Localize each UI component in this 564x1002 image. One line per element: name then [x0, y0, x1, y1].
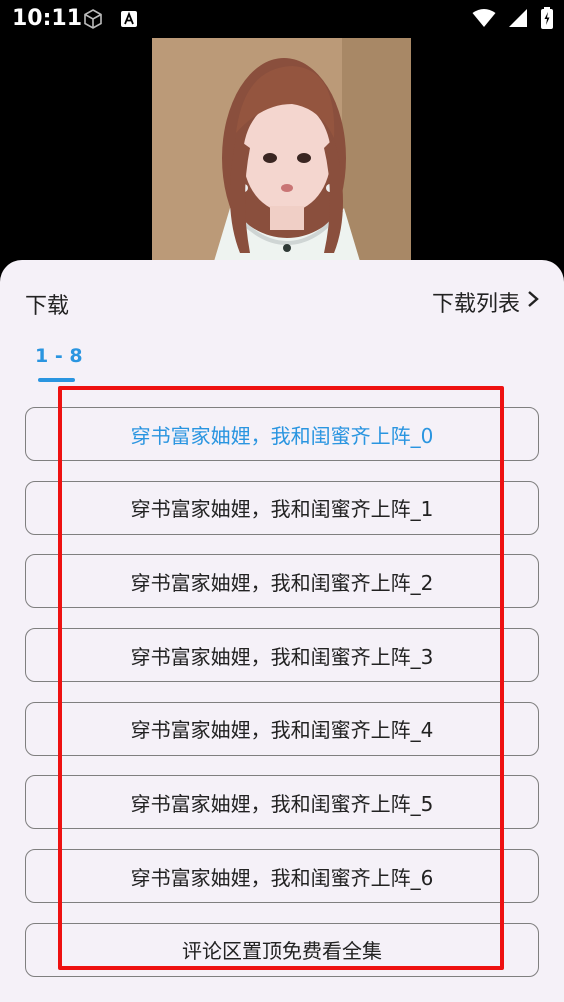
episode-button[interactable]: 穿书富家妯娌，我和闺蜜齐上阵_1 — [25, 480, 539, 535]
status-time: 10:11 — [12, 6, 83, 31]
tab-underline — [38, 378, 75, 382]
battery-icon — [540, 7, 554, 33]
signal-icon — [508, 8, 528, 32]
wifi-icon — [472, 8, 496, 32]
episode-button[interactable]: 穿书富家妯娌，我和闺蜜齐上阵_6 — [25, 849, 539, 904]
download-list-label: 下载列表 — [431, 292, 520, 317]
episode-button[interactable]: 穿书富家妯娌，我和闺蜜齐上阵_0 — [25, 407, 539, 461]
status-bar: 10:11 — [0, 0, 564, 38]
status-right-icons — [472, 7, 554, 33]
episode-button[interactable]: 穿书富家妯娌，我和闺蜜齐上阵_4 — [25, 701, 539, 756]
tab-episode-range[interactable]: 1 - 8 — [35, 345, 83, 367]
promo-button[interactable]: 评论区置顶免费看全集 — [25, 922, 539, 977]
episode-button[interactable]: 穿书富家妯娌，我和闺蜜齐上阵_5 — [25, 775, 539, 830]
font-a-icon — [120, 10, 138, 32]
status-left-icons — [82, 8, 138, 34]
video-thumbnail — [152, 38, 411, 268]
cube-icon — [82, 8, 104, 34]
sheet-title: 下载 — [25, 294, 70, 319]
episode-button[interactable]: 穿书富家妯娌，我和闺蜜齐上阵_3 — [25, 628, 539, 683]
download-sheet: 下载 下载列表 1 - 8 穿书富家妯娌，我和闺蜜齐上阵_0 穿书富家妯娌，我和… — [0, 260, 564, 1002]
episode-button[interactable]: 穿书富家妯娌，我和闺蜜齐上阵_2 — [25, 554, 539, 609]
chevron-right-icon — [526, 289, 540, 315]
download-list-link[interactable]: 下载列表 — [432, 286, 540, 318]
video-player[interactable] — [0, 38, 564, 268]
episode-list: 穿书富家妯娌，我和闺蜜齐上阵_0 穿书富家妯娌，我和闺蜜齐上阵_1 穿书富家妯娌… — [25, 407, 539, 997]
